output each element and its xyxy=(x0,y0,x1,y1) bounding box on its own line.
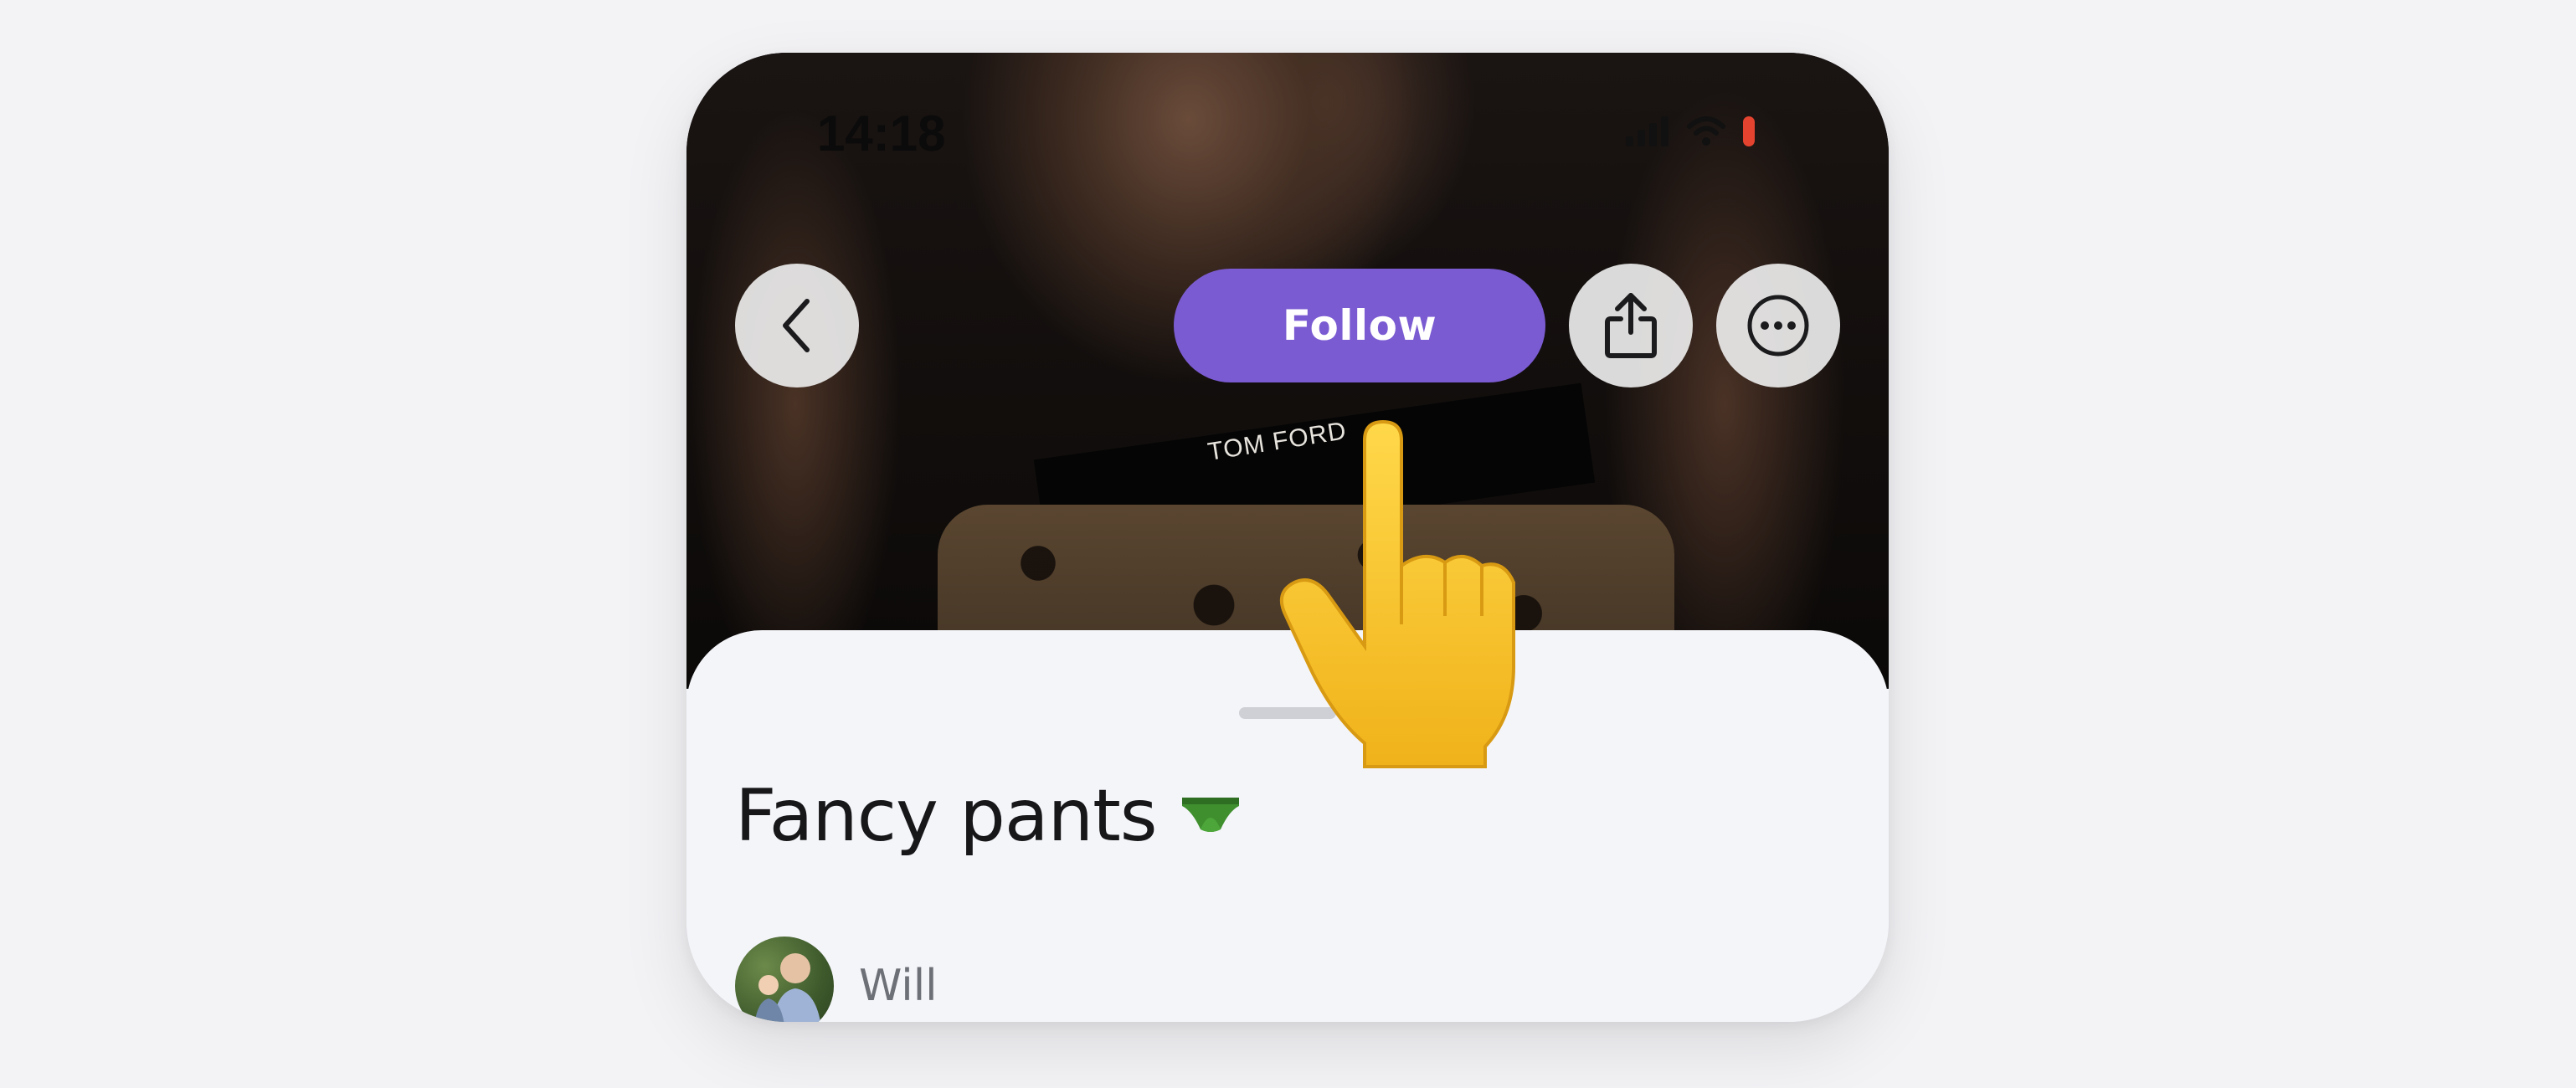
wifi-icon xyxy=(1687,116,1725,146)
avatar-photo-icon xyxy=(754,953,820,1022)
battery-icon xyxy=(1743,116,1755,146)
signal-icon xyxy=(1626,116,1668,146)
share-icon xyxy=(1605,293,1657,358)
chevron-left-icon xyxy=(783,299,810,352)
ellipsis-circle-icon xyxy=(1747,295,1809,357)
title-row: Fancy pants xyxy=(735,774,1242,858)
pointing-hand-icon xyxy=(1279,419,1515,768)
more-options-button[interactable] xyxy=(1716,264,1840,387)
back-button[interactable] xyxy=(735,264,859,387)
follow-button[interactable]: Follow xyxy=(1174,269,1545,382)
status-icons xyxy=(1626,116,1755,146)
avatar[interactable] xyxy=(735,937,834,1022)
page-title: Fancy pants xyxy=(735,774,1158,858)
green-briefs-icon xyxy=(1181,798,1239,832)
share-button[interactable] xyxy=(1569,264,1693,387)
status-time: 14:18 xyxy=(817,105,946,162)
author-name: Will xyxy=(859,961,938,1011)
author-row[interactable]: Will xyxy=(735,937,938,1022)
